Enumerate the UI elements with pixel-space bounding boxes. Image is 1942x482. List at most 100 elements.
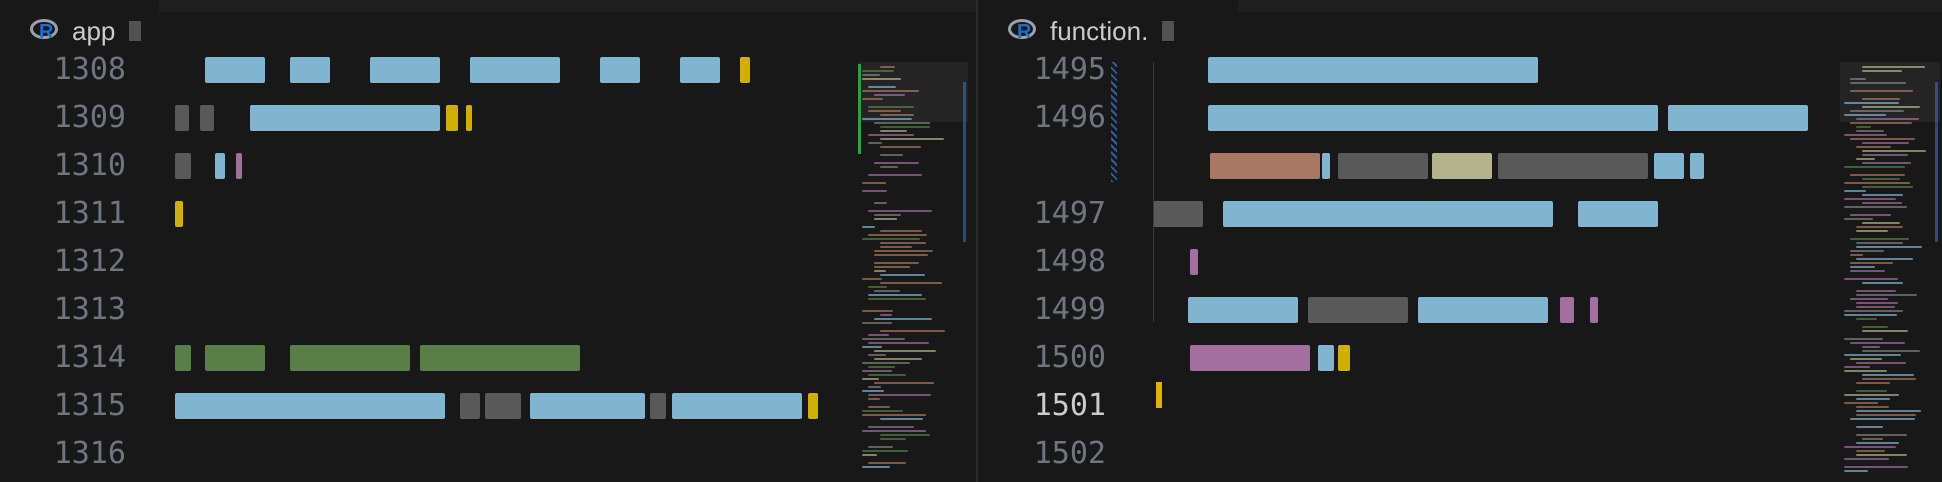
minimap-code-line (868, 142, 882, 144)
minimap-code-line (862, 322, 892, 324)
editor-pane-right[interactable]: R function. 1495 1496 1497 1498 1499 1500 1501… (978, 0, 1942, 482)
code-token (1208, 57, 1538, 83)
minimap-code-line (862, 226, 875, 228)
scroll-position-marker (963, 82, 966, 242)
minimap-code-line (1856, 390, 1887, 392)
code-line: 1310 (0, 142, 976, 190)
minimap-code-line (1856, 246, 1922, 248)
minimap-code-line (1856, 118, 1919, 120)
minimap-code-line (1862, 154, 1908, 156)
minimap-right[interactable] (1840, 62, 1940, 482)
code-token (1208, 105, 1658, 131)
minimap-code-line (1850, 122, 1912, 124)
minimap-code-line (1850, 266, 1875, 268)
minimap-code-line (1844, 402, 1878, 404)
minimap-code-line (1862, 350, 1920, 352)
git-change-gutter (1111, 62, 1117, 182)
minimap-code-line (862, 430, 926, 432)
minimap-code-line (868, 294, 922, 296)
minimap-code-line (1862, 346, 1880, 348)
minimap-code-line (1862, 66, 1925, 68)
minimap-code-line (880, 274, 925, 276)
minimap-code-line (880, 126, 930, 128)
minimap-code-line (868, 398, 880, 400)
minimap-code-line (1844, 338, 1883, 340)
editor-pane-left[interactable]: R app 1308 1309 1310 1311 1312 1313 1314 1315 13… (0, 0, 976, 482)
code-token (1153, 201, 1203, 227)
minimap-code-line (1862, 98, 1900, 100)
minimap-code-line (1856, 126, 1871, 128)
code-editor-left[interactable]: 1308 1309 1310 1311 1312 1313 1314 1315 1316 (0, 52, 976, 482)
minimap-code-line (868, 374, 906, 376)
minimap-code-line (868, 394, 931, 396)
minimap-code-line (1844, 466, 1908, 468)
text-cursor (1156, 382, 1162, 408)
code-line (978, 142, 1942, 190)
minimap-code-line (874, 266, 910, 268)
code-token (1190, 249, 1198, 275)
minimap-code-line (868, 286, 887, 288)
minimap-code-line (1850, 298, 1888, 300)
line-number: 1499 (1033, 292, 1106, 327)
line-number: 1500 (1033, 340, 1106, 375)
minimap-code-line (868, 298, 926, 300)
minimap-code-line (868, 366, 895, 368)
code-editor-right[interactable]: 1495 1496 1497 1498 1499 1500 1501 1502 (978, 52, 1942, 482)
code-token (1690, 153, 1704, 179)
code-line: 1496 (978, 94, 1942, 142)
code-token (1188, 297, 1298, 323)
minimap-code-line (1850, 138, 1915, 140)
line-number: 1498 (1033, 244, 1106, 279)
line-number: 1314 (53, 340, 126, 375)
code-token (470, 57, 560, 83)
minimap-code-line (1844, 278, 1898, 280)
line-number: 1501 (1033, 388, 1106, 423)
minimap-code-line (1856, 302, 1898, 304)
minimap-code-line (874, 250, 933, 252)
minimap-code-line (1856, 306, 1895, 308)
minimap-code-line (868, 106, 914, 108)
code-token (485, 393, 521, 419)
minimap-code-line (862, 346, 882, 348)
minimap-code-line (868, 342, 929, 344)
code-token (1318, 345, 1334, 371)
minimap-code-line (1856, 434, 1907, 436)
minimap-code-line (1862, 106, 1920, 108)
code-token (672, 393, 802, 419)
line-number: 1309 (53, 100, 126, 135)
minimap-code-line (1856, 406, 1889, 408)
minimap-code-line (874, 202, 887, 204)
minimap-code-line (880, 314, 892, 316)
minimap-code-line (1856, 450, 1885, 452)
minimap-code-line (874, 358, 922, 360)
minimap-left[interactable] (858, 62, 968, 482)
tab-label: app (72, 15, 116, 46)
code-token (370, 57, 440, 83)
code-line: 1309 (0, 94, 976, 142)
code-token (1308, 297, 1408, 323)
code-line: 1313 (0, 286, 976, 334)
minimap-code-line (880, 154, 903, 156)
minimap-code-line (874, 122, 930, 124)
minimap-code-line (1850, 238, 1909, 240)
code-token (680, 57, 720, 83)
minimap-code-line (880, 418, 923, 420)
minimap-code-line (862, 414, 926, 416)
code-token (1498, 153, 1648, 179)
code-token (236, 153, 242, 179)
line-number: 1502 (1033, 436, 1106, 471)
minimap-code-line (1856, 242, 1903, 244)
code-line: 1499 (978, 286, 1942, 334)
code-token (808, 393, 818, 419)
code-token (1223, 201, 1553, 227)
minimap-code-line (1850, 250, 1884, 252)
minimap-code-line (1844, 458, 1889, 460)
code-token (466, 105, 472, 131)
minimap-code-line (1844, 134, 1887, 136)
minimap-code-line (1844, 314, 1897, 316)
minimap-code-line (1856, 130, 1884, 132)
minimap-code-line (1862, 438, 1883, 440)
line-number: 1308 (53, 52, 126, 87)
minimap-code-line (862, 74, 880, 76)
line-number: 1313 (53, 292, 126, 327)
